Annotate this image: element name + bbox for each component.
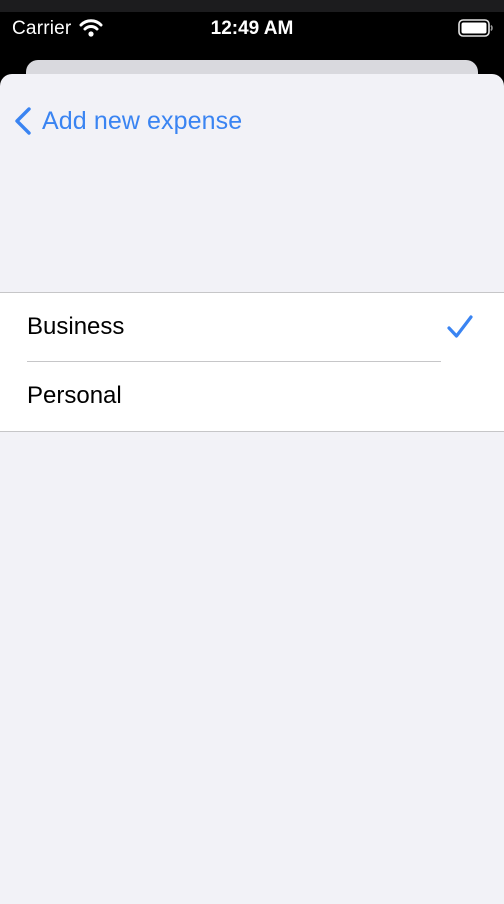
list-item-label: Business: [27, 313, 125, 340]
category-list: Business Personal: [0, 292, 504, 432]
back-button[interactable]: Add new expense: [12, 104, 242, 138]
chevron-left-icon: [15, 107, 31, 135]
status-top-strip: [0, 0, 504, 12]
list-item-label: Personal: [27, 382, 122, 409]
battery-icon: [458, 19, 493, 37]
sheet: Add new expense Business Personal: [0, 74, 504, 904]
checkmark-icon: [447, 315, 473, 338]
status-time: 12:49 AM: [210, 18, 294, 39]
back-button-label: Add new expense: [42, 106, 243, 135]
list-item-business[interactable]: Business: [0, 293, 504, 362]
status-bar: Carrier 12:49 AM: [0, 0, 504, 58]
list-item-personal[interactable]: Personal: [0, 362, 504, 431]
screen: Carrier 12:49 AM Add new expense Busines…: [0, 0, 504, 904]
